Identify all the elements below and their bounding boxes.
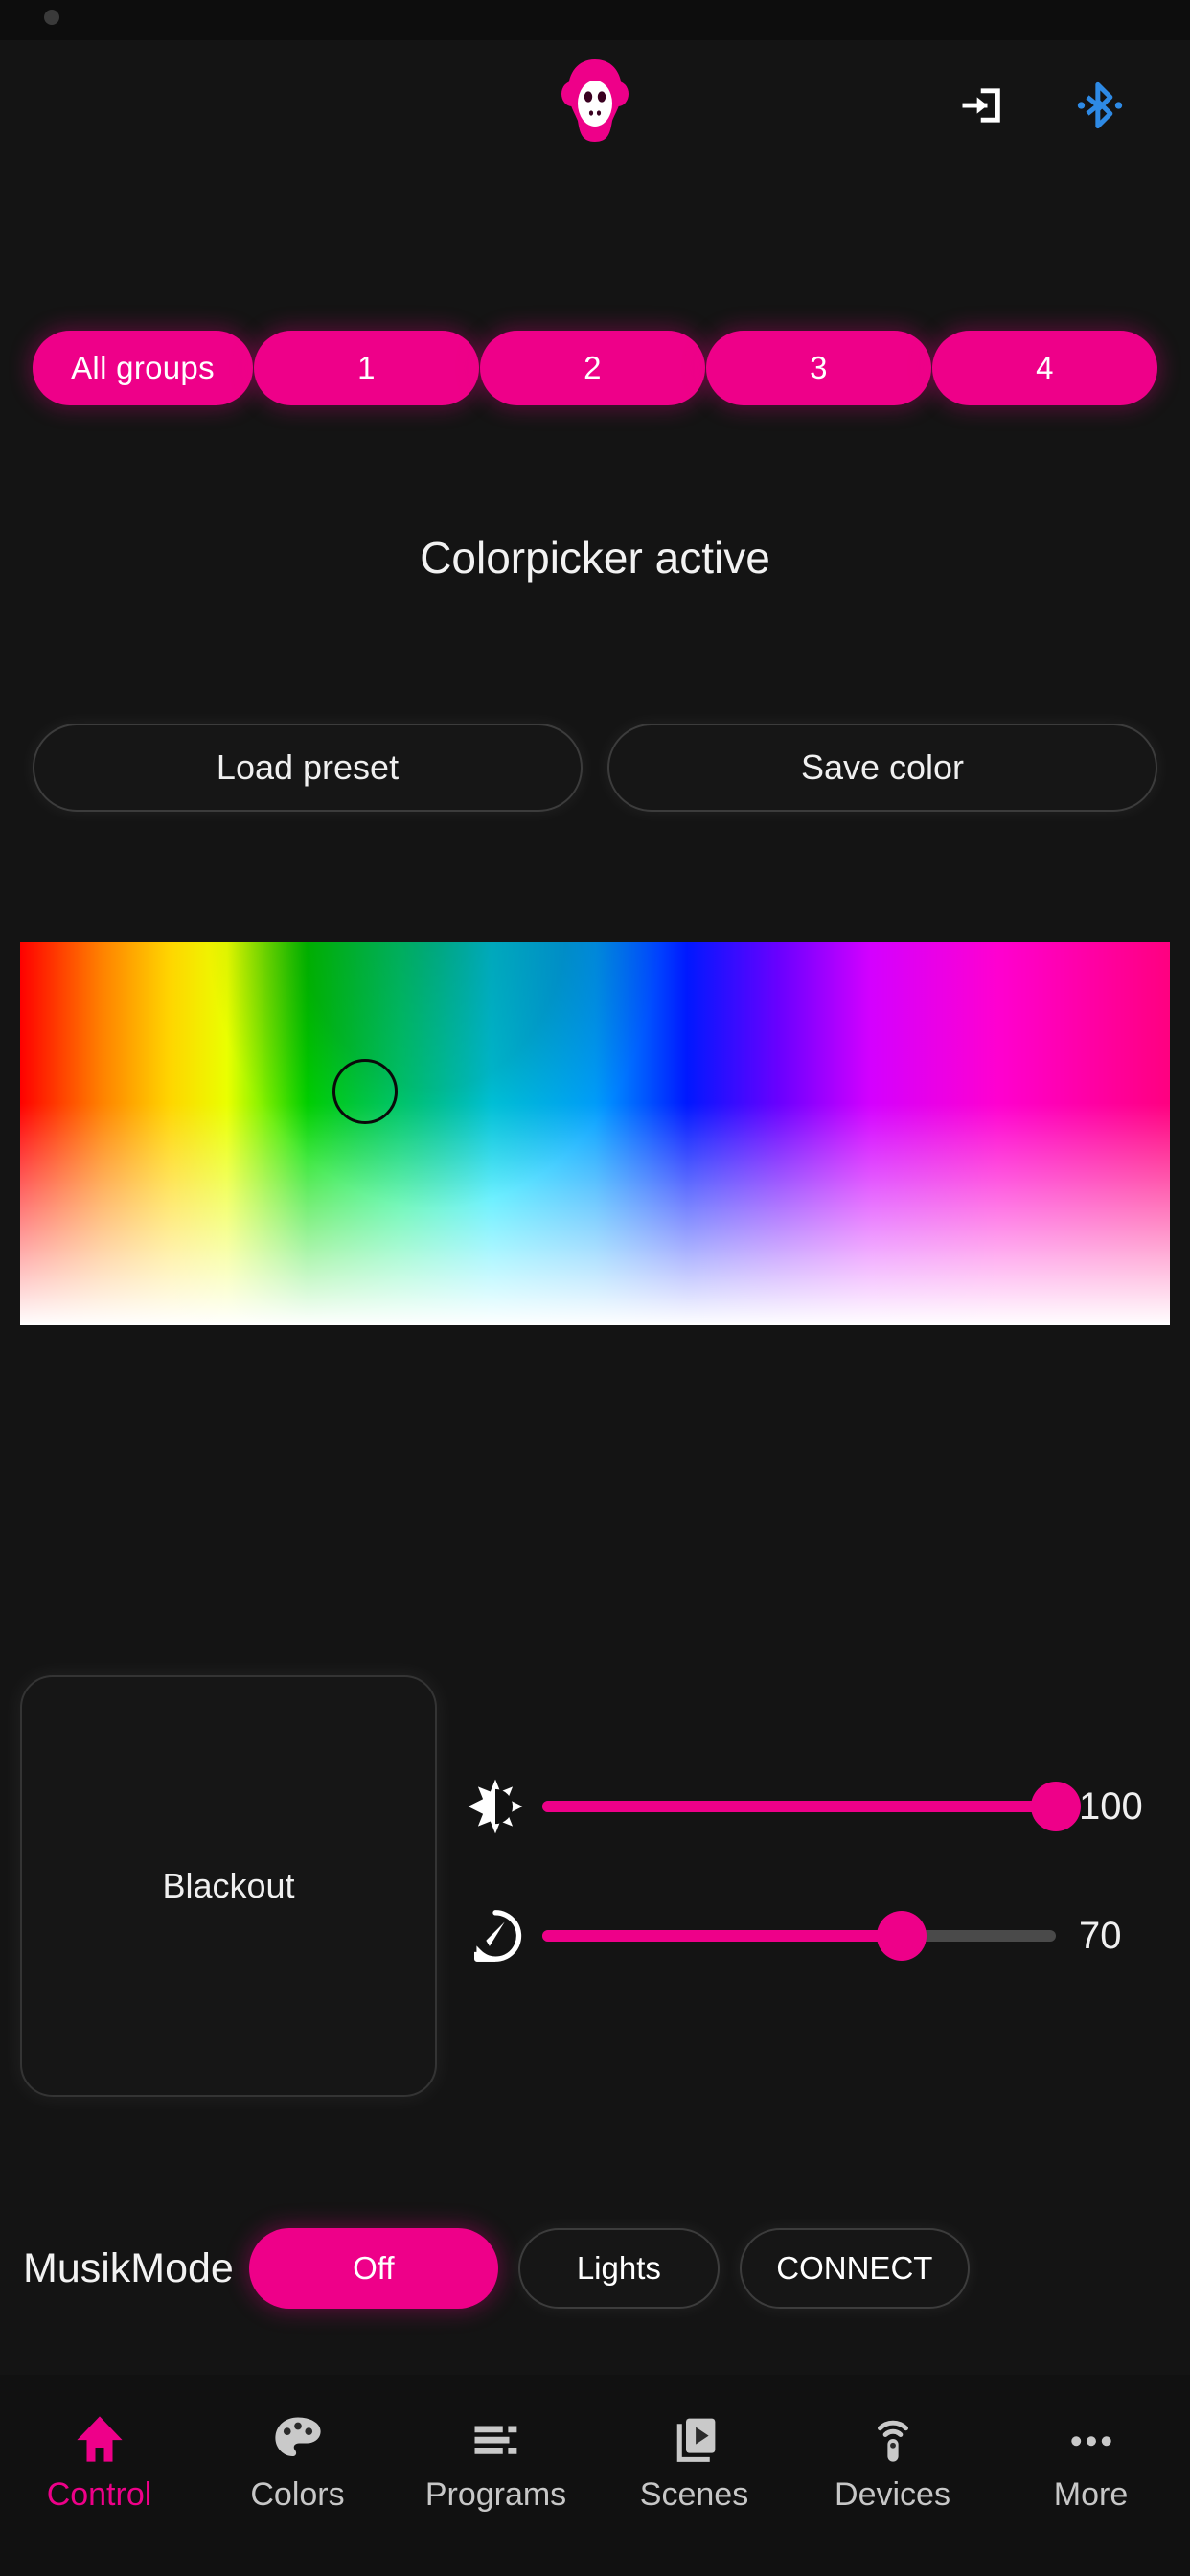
color-picker-canvas[interactable] [20, 942, 1170, 1325]
group-button-all[interactable]: All groups [33, 331, 253, 405]
speed-slider-fill [542, 1930, 903, 1942]
brightness-slider-track[interactable] [542, 1782, 1081, 1831]
lights-button[interactable]: Lights [517, 2228, 720, 2309]
brightness-slider-fill [542, 1801, 1056, 1812]
nav-item-programs[interactable]: Programs [397, 2405, 595, 2514]
blackout-button[interactable]: Blackout [20, 1675, 437, 2097]
speed-slider-track[interactable] [542, 1911, 1056, 1961]
load-preset-button[interactable]: Load preset [33, 724, 583, 812]
remote-icon [867, 2405, 919, 2465]
list-icon [470, 2405, 522, 2465]
group-label: 3 [810, 350, 828, 385]
group-button-2[interactable]: 2 [480, 331, 705, 405]
musikmode-row: MusikMode Off Lights CONNECT [0, 2216, 1190, 2321]
palette-icon [272, 2405, 324, 2465]
group-label: 4 [1036, 350, 1054, 385]
status-text: Colorpicker active [420, 533, 770, 583]
group-selector: All groups 1 2 3 4 [0, 331, 1190, 405]
group-label: All groups [71, 350, 215, 385]
group-button-4[interactable]: 4 [932, 331, 1157, 405]
nav-label: More [1053, 2476, 1129, 2513]
speed-gauge-icon [460, 1900, 531, 1971]
brightness-slider-knob[interactable] [1031, 1782, 1081, 1831]
brightness-icon [460, 1771, 531, 1842]
status-bar [0, 0, 1190, 40]
monkey-logo-icon [557, 54, 633, 150]
nav-item-control[interactable]: Control [0, 2405, 198, 2514]
musikmode-state-label: Off [353, 2250, 395, 2286]
save-color-label: Save color [800, 748, 965, 787]
blackout-label: Blackout [162, 1866, 295, 1905]
nav-label: Colors [250, 2476, 345, 2513]
speed-slider-knob[interactable] [877, 1911, 927, 1961]
slides-icon [669, 2405, 721, 2465]
connect-label: CONNECT [776, 2250, 933, 2286]
brightness-value: 100 [1079, 1784, 1143, 1828]
nav-label: Scenes [639, 2476, 749, 2513]
group-button-1[interactable]: 1 [254, 331, 479, 405]
nav-item-more[interactable]: More [992, 2405, 1190, 2514]
app-root: All groups 1 2 3 4 Colorpicker active Lo… [0, 0, 1190, 2576]
connect-button[interactable]: CONNECT [739, 2228, 970, 2309]
status-indicator-icon [44, 10, 59, 25]
ellipsis-icon [1065, 2405, 1117, 2465]
nav-item-colors[interactable]: Colors [198, 2405, 397, 2514]
save-color-button[interactable]: Save color [607, 724, 1157, 812]
group-label: 2 [584, 350, 602, 385]
preset-actions: Load preset Save color [0, 724, 1190, 812]
bottom-navigation: Control Colors Programs Scenes Devices M… [0, 2375, 1190, 2576]
home-icon [74, 2405, 126, 2465]
bluetooth-icon[interactable] [1071, 77, 1129, 134]
speed-value: 70 [1079, 1914, 1122, 1957]
group-button-3[interactable]: 3 [706, 331, 931, 405]
lights-label: Lights [576, 2250, 661, 2286]
nav-label: Programs [424, 2476, 567, 2513]
nav-item-scenes[interactable]: Scenes [595, 2405, 793, 2514]
musikmode-toggle-button[interactable]: Off [248, 2228, 498, 2309]
app-header [0, 40, 1190, 174]
brightness-slider-row: 100 [460, 1763, 1171, 1850]
color-picker-handle[interactable] [332, 1059, 398, 1124]
nav-label: Devices [835, 2476, 950, 2513]
nav-item-devices[interactable]: Devices [793, 2405, 992, 2514]
nav-label: Control [46, 2476, 152, 2513]
musikmode-label: MusikMode [23, 2244, 234, 2291]
load-preset-label: Load preset [216, 748, 400, 787]
color-picker-shading [20, 942, 1170, 1325]
group-label: 1 [357, 350, 376, 385]
speed-slider-row: 70 [460, 1893, 1171, 1979]
login-arrow-icon[interactable] [952, 77, 1010, 134]
